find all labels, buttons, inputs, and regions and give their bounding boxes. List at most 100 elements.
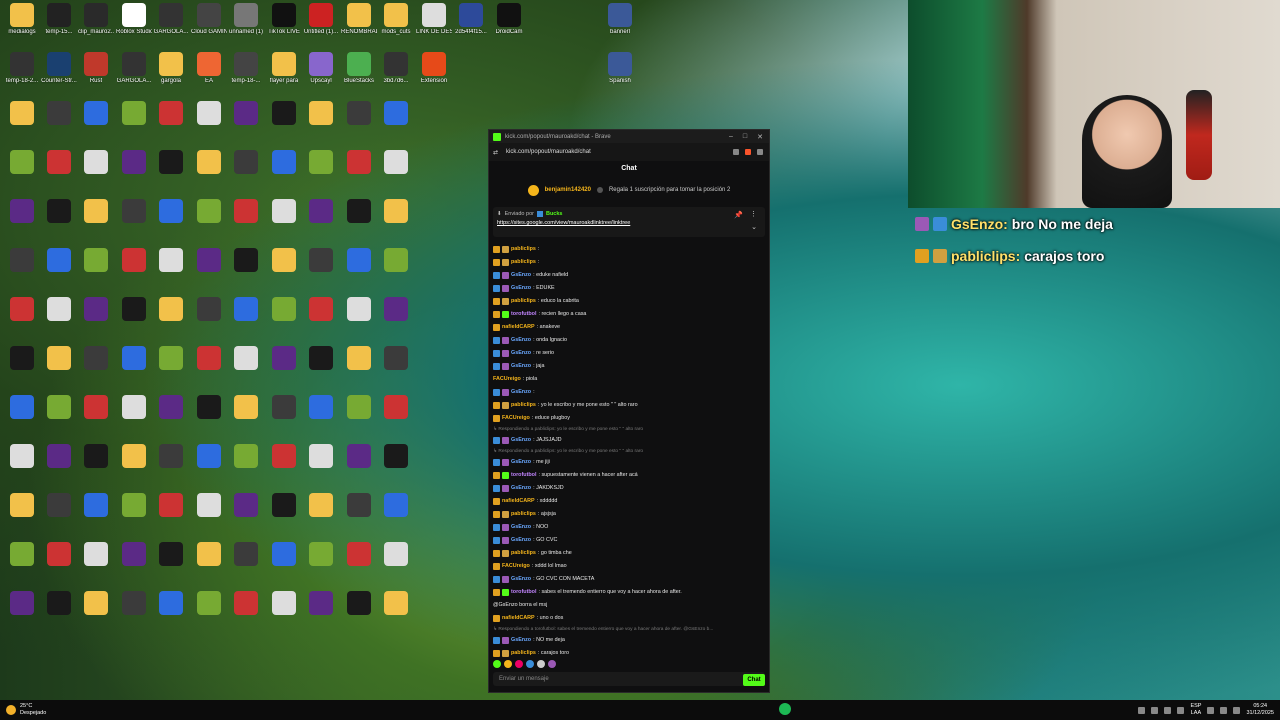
chat-username[interactable]: nafieldCARP <box>502 321 535 334</box>
tray-app-icon[interactable] <box>1177 706 1185 714</box>
desktop-icon[interactable] <box>267 101 301 145</box>
chat-message[interactable]: GsEnzo: NOO <box>493 521 765 534</box>
chat-username[interactable]: GsEnzo <box>511 573 531 586</box>
chat-username[interactable]: torofutbol <box>511 469 536 482</box>
extensions-icon[interactable] <box>757 149 763 155</box>
desktop-icon[interactable] <box>154 395 188 439</box>
desktop-icon[interactable] <box>304 150 338 194</box>
desktop-icon[interactable] <box>5 101 39 145</box>
chat-username[interactable]: GsEnzo <box>511 634 531 647</box>
desktop-icon[interactable] <box>267 493 301 537</box>
desktop-icon[interactable] <box>342 346 376 390</box>
desktop-icon[interactable] <box>379 444 413 488</box>
desktop-icon[interactable] <box>5 444 39 488</box>
battery-icon[interactable] <box>1233 706 1241 714</box>
reply-context[interactable]: ↳ Respondiendo a torofutbol: sabes el tr… <box>493 625 765 634</box>
desktop-icon[interactable]: Untitled (1)... <box>304 3 338 47</box>
emote-icon[interactable] <box>493 660 501 668</box>
desktop-icon[interactable] <box>192 346 226 390</box>
desktop-icon[interactable] <box>42 346 76 390</box>
desktop-icon[interactable] <box>117 542 151 586</box>
desktop-icon[interactable] <box>5 591 39 635</box>
chat-username[interactable]: FACUreigo <box>502 412 530 425</box>
desktop-icon[interactable] <box>117 493 151 537</box>
chat-username[interactable]: GsEnzo <box>511 347 531 360</box>
desktop-icon[interactable] <box>42 199 76 243</box>
desktop-icon[interactable]: TikTok LIVE <box>267 3 301 47</box>
desktop-icon[interactable]: temp-15... <box>42 3 76 47</box>
desktop-icon[interactable] <box>154 493 188 537</box>
chat-message[interactable]: GsEnzo: onda Ignacio <box>493 334 765 347</box>
spotify-taskbar-icon[interactable] <box>779 703 791 715</box>
wifi-icon[interactable] <box>1207 706 1215 714</box>
chat-message[interactable]: torofutbol: recien llego a casa <box>493 308 765 321</box>
desktop-icon[interactable]: BlueStacks <box>342 52 376 96</box>
chevron-down-icon[interactable]: ⌄ <box>751 223 757 231</box>
desktop-icon[interactable] <box>117 444 151 488</box>
desktop-icon[interactable]: EA <box>192 52 226 96</box>
desktop-icon[interactable] <box>5 150 39 194</box>
desktop-icon[interactable] <box>79 591 113 635</box>
desktop-icon[interactable] <box>229 395 263 439</box>
desktop-icon[interactable] <box>42 101 76 145</box>
desktop-icon[interactable] <box>154 101 188 145</box>
desktop-icon[interactable] <box>379 346 413 390</box>
desktop-icon[interactable] <box>154 199 188 243</box>
chevron-up-icon[interactable] <box>1138 706 1146 714</box>
desktop-icon[interactable] <box>379 542 413 586</box>
pinned-link[interactable]: https://sites.google.com/view/mauroakdli… <box>497 220 761 226</box>
chat-message[interactable]: @GsEnzo borra el msj <box>493 599 765 612</box>
chat-username[interactable]: torofutbol <box>511 308 536 321</box>
desktop-icon[interactable]: bannerl <box>603 3 637 47</box>
desktop-icon[interactable] <box>79 248 113 292</box>
address-bar[interactable]: ⇄ kick.com/popout/mauroakd/chat <box>489 143 769 161</box>
emote-icon[interactable] <box>526 660 534 668</box>
chat-username[interactable]: FACUreigo <box>493 373 521 386</box>
desktop-icon[interactable] <box>79 297 113 341</box>
more-options-icon[interactable]: ⋮ <box>750 210 757 218</box>
desktop-icon[interactable] <box>229 346 263 390</box>
chat-message[interactable]: nafieldCARP: uno o dos <box>493 612 765 625</box>
desktop-icon[interactable] <box>117 150 151 194</box>
desktop-icon[interactable] <box>42 591 76 635</box>
desktop-icon[interactable]: Spanish <box>603 52 637 96</box>
close-button[interactable]: ✕ <box>757 133 763 141</box>
chat-message[interactable]: GsEnzo: EDUKE <box>493 282 765 295</box>
desktop-icon[interactable] <box>42 542 76 586</box>
desktop-icon[interactable] <box>379 297 413 341</box>
desktop-icon[interactable]: mods_cuts <box>379 3 413 47</box>
desktop-icon[interactable] <box>342 248 376 292</box>
desktop-icon[interactable] <box>117 297 151 341</box>
chat-username[interactable]: GsEnzo <box>511 534 531 547</box>
desktop-icon[interactable]: RENOMBRADO <box>341 3 377 47</box>
desktop-icon[interactable] <box>192 542 226 586</box>
chat-message[interactable]: FACUreigo: piola <box>493 373 765 386</box>
desktop-icon[interactable]: Extension <box>417 52 451 96</box>
minimize-button[interactable]: – <box>729 133 733 141</box>
desktop-icon[interactable] <box>267 395 301 439</box>
reply-context[interactable]: ↳ Respondiendo a pabliclips: yo le escri… <box>493 447 765 456</box>
desktop-icon[interactable]: clip_mauro2... <box>78 3 114 47</box>
chat-username[interactable]: GsEnzo <box>511 269 531 282</box>
desktop-icon[interactable] <box>342 150 376 194</box>
desktop-icon[interactable] <box>42 297 76 341</box>
chat-message[interactable]: nafieldCARP: anakeve <box>493 321 765 334</box>
desktop-icon[interactable] <box>5 395 39 439</box>
tray-app-icon[interactable] <box>1164 706 1172 714</box>
desktop-icon[interactable] <box>42 395 76 439</box>
desktop-icon[interactable] <box>304 248 338 292</box>
desktop-icon[interactable] <box>79 150 113 194</box>
desktop-icon[interactable] <box>79 346 113 390</box>
gifter-name[interactable]: benjamin142420 <box>545 187 591 193</box>
desktop-icon[interactable] <box>117 395 151 439</box>
emote-icon[interactable] <box>504 660 512 668</box>
desktop-icon[interactable]: Rust <box>79 52 113 96</box>
desktop-icon[interactable] <box>154 248 188 292</box>
chat-message[interactable]: GsEnzo: GO CVC <box>493 534 765 547</box>
desktop-icon[interactable] <box>342 395 376 439</box>
desktop-icon[interactable] <box>42 444 76 488</box>
desktop-icon[interactable] <box>117 199 151 243</box>
volume-icon[interactable] <box>1220 706 1228 714</box>
desktop-icon[interactable] <box>267 444 301 488</box>
chat-message[interactable]: GsEnzo: jaja <box>493 360 765 373</box>
